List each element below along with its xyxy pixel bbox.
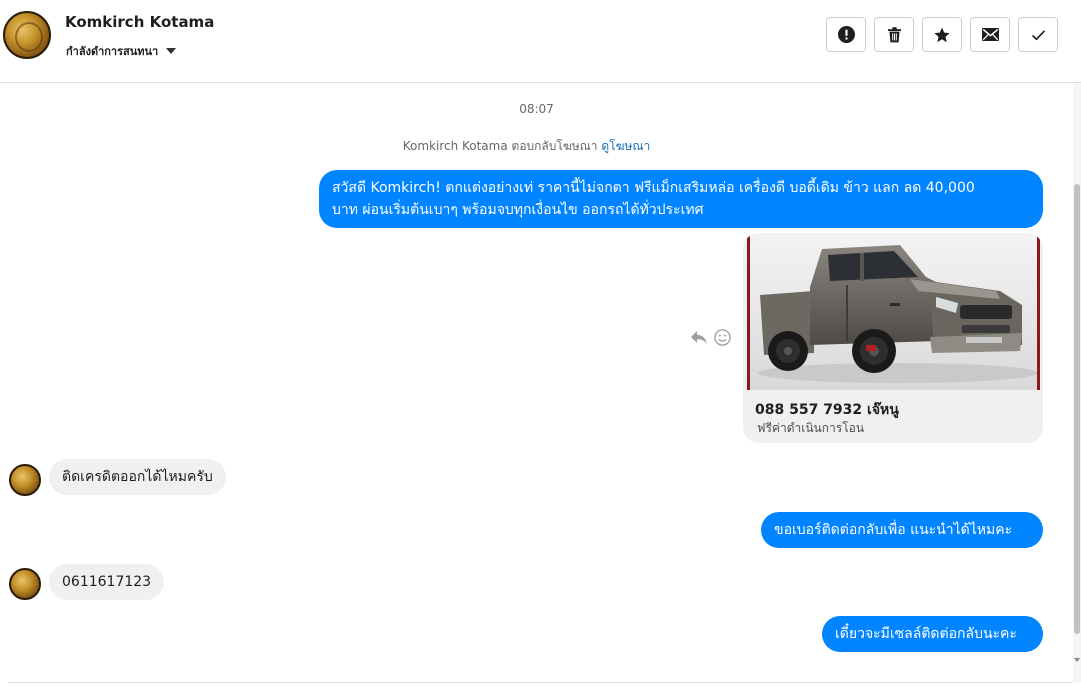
message-thread[interactable]: 08:07 Komkirch Kotama ตอบกลับโฆษณา ดูโฆษ… bbox=[0, 84, 1073, 682]
message-hover-actions bbox=[690, 329, 731, 346]
message-bubble-incoming[interactable]: 0611617123 bbox=[49, 564, 165, 600]
check-icon bbox=[1031, 29, 1045, 40]
thread-scrollbar[interactable] bbox=[1073, 84, 1081, 682]
ad-reply-text: Komkirch Kotama ตอบกลับโฆษณา bbox=[402, 139, 598, 153]
conversation-header: Komkirch Kotama กำลังดำการสนทนา bbox=[0, 0, 1081, 83]
conversation-status-label: กำลังดำการสนทนา bbox=[66, 45, 159, 58]
delete-button[interactable] bbox=[874, 17, 914, 52]
trash-icon bbox=[887, 26, 901, 42]
message-text-line: บาท ผ่อนเริ่มต้นเบาๆ พร้อมจบทุกเงื่อนไข … bbox=[332, 202, 704, 218]
composer-divider bbox=[8, 682, 1073, 683]
scroll-down-icon[interactable] bbox=[1074, 658, 1080, 662]
alert-circle-icon bbox=[837, 26, 855, 43]
message-bubble-incoming[interactable]: ติดเครดิตออกได้ไหมครับ bbox=[49, 459, 226, 495]
contact-avatar-small[interactable] bbox=[9, 568, 41, 600]
ad-image[interactable] bbox=[747, 233, 1040, 390]
mark-spam-button[interactable] bbox=[826, 17, 866, 52]
contact-name[interactable]: Komkirch Kotama bbox=[65, 13, 214, 31]
emoji-reaction-icon[interactable] bbox=[714, 329, 731, 346]
conversation-status-dropdown[interactable]: กำลังดำการสนทนา bbox=[66, 42, 177, 60]
view-ad-link[interactable]: ดูโฆษณา bbox=[601, 139, 650, 153]
ad-card[interactable]: 088 557 7932 เจ๊หนู ฟรีค่าดำเนินการโอน bbox=[743, 233, 1043, 443]
scrollbar-thumb[interactable] bbox=[1074, 184, 1080, 634]
message-bubble-outgoing[interactable]: เดี๋ยวจะมีเซลล์ติดต่อกลับนะคะ bbox=[822, 616, 1043, 652]
pickup-truck-photo bbox=[750, 233, 1037, 390]
contact-avatar-small[interactable] bbox=[9, 464, 41, 496]
star-icon bbox=[934, 27, 950, 42]
message-timestamp: 08:07 bbox=[519, 102, 554, 116]
mark-unread-button[interactable] bbox=[970, 17, 1010, 52]
mark-done-button[interactable] bbox=[1018, 17, 1058, 52]
message-bubble-outgoing[interactable]: สวัสดี Komkirch! ตกแต่งอย่างเท่ ราคานี้ไ… bbox=[319, 170, 1043, 228]
envelope-icon bbox=[981, 28, 999, 41]
ad-subtitle: ฟรีค่าดำเนินการโอน bbox=[757, 421, 865, 435]
message-text-line: สวัสดี Komkirch! ตกแต่งอย่างเท่ ราคานี้ไ… bbox=[332, 180, 975, 196]
message-bubble-outgoing[interactable]: ขอเบอร์ติดต่อกลับเพื่อ แนะนำได้ไหมคะ bbox=[761, 512, 1043, 548]
star-button[interactable] bbox=[922, 17, 962, 52]
ad-reply-notice: Komkirch Kotama ตอบกลับโฆษณา ดูโฆษณา bbox=[0, 137, 1053, 156]
reply-icon[interactable] bbox=[690, 330, 708, 345]
contact-avatar[interactable] bbox=[3, 11, 51, 59]
chevron-down-icon bbox=[166, 48, 177, 54]
ad-title: 088 557 7932 เจ๊หนู bbox=[755, 402, 899, 418]
